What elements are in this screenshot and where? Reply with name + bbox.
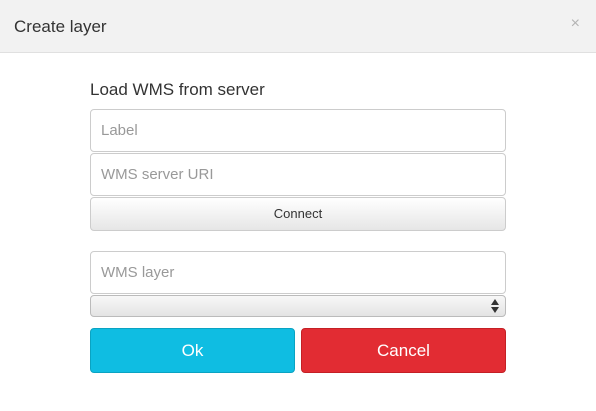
dialog-title: Create layer [14,17,107,36]
label-input[interactable] [90,109,506,152]
create-layer-dialog: Create layer × Load WMS from server Conn… [0,0,596,411]
section-heading: Load WMS from server [90,80,265,99]
cancel-button[interactable]: Cancel [301,328,506,373]
wms-layer-select[interactable] [90,295,506,317]
close-icon[interactable]: × [571,14,580,34]
connect-button[interactable]: Connect [90,197,506,231]
wms-layer-input[interactable] [90,251,506,294]
dialog-header: Create layer × [0,0,596,53]
select-arrows-icon [491,299,499,313]
ok-button[interactable]: Ok [90,328,295,373]
wms-server-uri-input[interactable] [90,153,506,196]
